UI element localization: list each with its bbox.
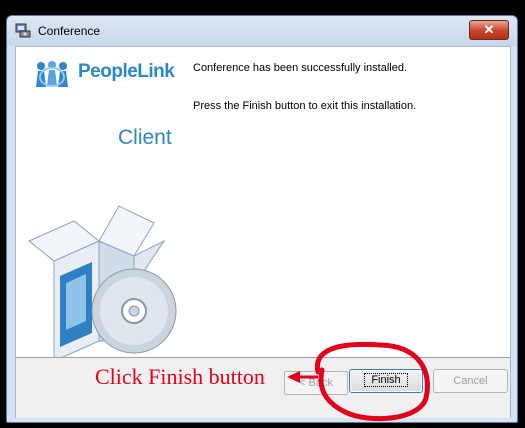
window-title: Conference [38,24,101,38]
install-success-message: Conference has been successfully install… [193,62,408,74]
product-label: Client [118,126,172,149]
software-box-cd-icon [28,205,177,362]
logo-text: PeopleLink [78,61,175,82]
peoplelink-logo: PeopleLink [34,59,202,89]
installer-window: Conference ✕ PeopleLink Client Conferenc… [6,15,518,423]
installer-icon [15,23,31,38]
back-button[interactable]: < Back [284,371,348,395]
title-bar[interactable]: Conference ✕ [7,16,517,46]
annotation-label: Click Finish button [95,364,265,389]
close-button[interactable]: ✕ [469,20,509,40]
finish-button-label: Finish [364,373,408,387]
close-icon: ✕ [483,22,495,37]
finish-instruction-message: Press the Finish button to exit this ins… [193,100,417,112]
cancel-button[interactable]: Cancel [433,369,508,393]
dialog-content: PeopleLink Client Conference has been su… [15,46,511,418]
peoplelink-logo-icon [36,61,68,87]
finish-button[interactable]: Finish [349,369,423,393]
